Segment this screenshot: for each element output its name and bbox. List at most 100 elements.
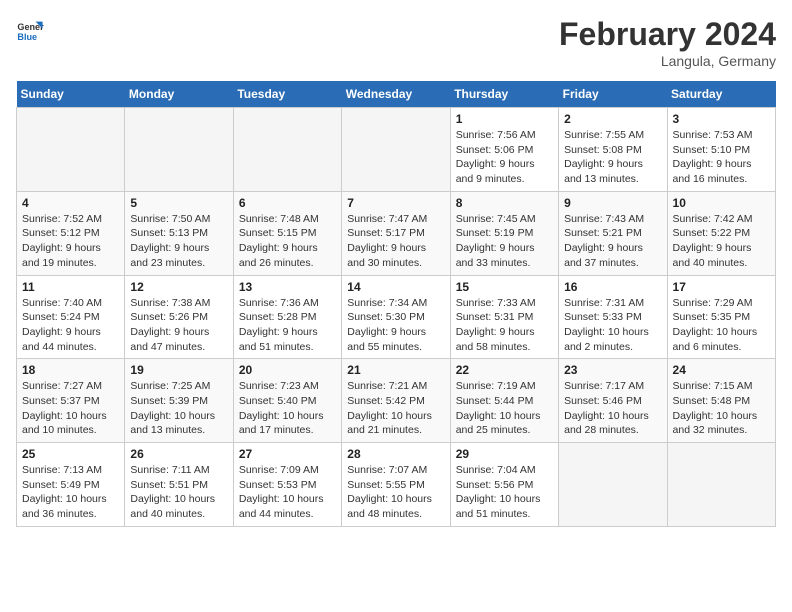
calendar-cell: 9 Sunrise: 7:43 AM Sunset: 5:21 PM Daylig…	[559, 191, 667, 275]
day-number: 14	[347, 280, 444, 294]
calendar-cell: 6Sunrise: 7:48 AM Sunset: 5:15 PM Daylig…	[233, 191, 341, 275]
calendar-cell: 7 Sunrise: 7:47 AM Sunset: 5:17 PM Daylig…	[342, 191, 450, 275]
day-info: Sunrise: 7:56 AM Sunset: 5:06 PM Dayligh…	[456, 128, 553, 187]
day-info: Sunrise: 7:40 AM Sunset: 5:24 PM Dayligh…	[22, 296, 119, 355]
calendar-cell: 14 Sunrise: 7:34 AM Sunset: 5:30 PM Dayli…	[342, 275, 450, 359]
calendar-cell: 29 Sunrise: 7:04 AM Sunset: 5:56 PM Dayli…	[450, 443, 558, 527]
day-info: Sunrise: 7:34 AM Sunset: 5:30 PM Dayligh…	[347, 296, 444, 355]
calendar-cell: 28 Sunrise: 7:07 AM Sunset: 5:55 PM Dayli…	[342, 443, 450, 527]
calendar-cell: 4 Sunrise: 7:52 AM Sunset: 5:12 PM Daylig…	[17, 191, 125, 275]
day-info: Sunrise: 7:33 AM Sunset: 5:31 PM Dayligh…	[456, 296, 553, 355]
day-number: 20	[239, 363, 336, 377]
day-number: 16	[564, 280, 661, 294]
day-number: 29	[456, 447, 553, 461]
day-info: Sunrise: 7:31 AM Sunset: 5:33 PM Dayligh…	[564, 296, 661, 355]
page-title: February 2024	[559, 16, 776, 53]
day-number: 5	[130, 196, 227, 210]
day-info: Sunrise: 7:17 AM Sunset: 5:46 PM Dayligh…	[564, 379, 661, 438]
col-header-thursday: Thursday	[450, 81, 558, 108]
day-info: Sunrise: 7:53 AM Sunset: 5:10 PM Dayligh…	[673, 128, 770, 187]
day-number: 4	[22, 196, 119, 210]
day-number: 8	[456, 196, 553, 210]
calendar-cell	[125, 108, 233, 192]
col-header-wednesday: Wednesday	[342, 81, 450, 108]
calendar-cell	[17, 108, 125, 192]
day-number: 11	[22, 280, 119, 294]
calendar-cell: 2 Sunrise: 7:55 AM Sunset: 5:08 PM Daylig…	[559, 108, 667, 192]
calendar-cell: 11 Sunrise: 7:40 AM Sunset: 5:24 PM Dayli…	[17, 275, 125, 359]
day-number: 12	[130, 280, 227, 294]
day-info: Sunrise: 7:45 AM Sunset: 5:19 PM Dayligh…	[456, 212, 553, 271]
day-info: Sunrise: 7:13 AM Sunset: 5:49 PM Dayligh…	[22, 463, 119, 522]
day-info: Sunrise: 7:27 AM Sunset: 5:37 PM Dayligh…	[22, 379, 119, 438]
calendar-cell: 16 Sunrise: 7:31 AM Sunset: 5:33 PM Dayli…	[559, 275, 667, 359]
day-info: Sunrise: 7:19 AM Sunset: 5:44 PM Dayligh…	[456, 379, 553, 438]
day-number: 1	[456, 112, 553, 126]
day-info: Sunrise: 7:55 AM Sunset: 5:08 PM Dayligh…	[564, 128, 661, 187]
calendar-cell: 17 Sunrise: 7:29 AM Sunset: 5:35 PM Dayli…	[667, 275, 775, 359]
calendar-week-2: 4 Sunrise: 7:52 AM Sunset: 5:12 PM Daylig…	[17, 191, 776, 275]
calendar-cell: 5 Sunrise: 7:50 AM Sunset: 5:13 PM Daylig…	[125, 191, 233, 275]
calendar-cell: 18Sunrise: 7:27 AM Sunset: 5:37 PM Dayli…	[17, 359, 125, 443]
calendar-cell: 12 Sunrise: 7:38 AM Sunset: 5:26 PM Dayli…	[125, 275, 233, 359]
calendar-cell: 21 Sunrise: 7:21 AM Sunset: 5:42 PM Dayli…	[342, 359, 450, 443]
calendar-cell: 1 Sunrise: 7:56 AM Sunset: 5:06 PM Daylig…	[450, 108, 558, 192]
day-number: 15	[456, 280, 553, 294]
day-info: Sunrise: 7:50 AM Sunset: 5:13 PM Dayligh…	[130, 212, 227, 271]
title-block: February 2024 Langula, Germany	[559, 16, 776, 69]
day-info: Sunrise: 7:25 AM Sunset: 5:39 PM Dayligh…	[130, 379, 227, 438]
day-number: 17	[673, 280, 770, 294]
day-number: 10	[673, 196, 770, 210]
col-header-saturday: Saturday	[667, 81, 775, 108]
day-info: Sunrise: 7:47 AM Sunset: 5:17 PM Dayligh…	[347, 212, 444, 271]
day-info: Sunrise: 7:36 AM Sunset: 5:28 PM Dayligh…	[239, 296, 336, 355]
calendar-cell	[233, 108, 341, 192]
calendar-cell: 26 Sunrise: 7:11 AM Sunset: 5:51 PM Dayli…	[125, 443, 233, 527]
calendar-week-3: 11 Sunrise: 7:40 AM Sunset: 5:24 PM Dayli…	[17, 275, 776, 359]
calendar-header-row: SundayMondayTuesdayWednesdayThursdayFrid…	[17, 81, 776, 108]
calendar-cell: 8 Sunrise: 7:45 AM Sunset: 5:19 PM Daylig…	[450, 191, 558, 275]
calendar-cell: 19 Sunrise: 7:25 AM Sunset: 5:39 PM Dayli…	[125, 359, 233, 443]
day-info: Sunrise: 7:48 AM Sunset: 5:15 PM Dayligh…	[239, 212, 336, 271]
calendar-week-5: 25 Sunrise: 7:13 AM Sunset: 5:49 PM Dayli…	[17, 443, 776, 527]
day-info: Sunrise: 7:43 AM Sunset: 5:21 PM Dayligh…	[564, 212, 661, 271]
calendar-week-1: 1 Sunrise: 7:56 AM Sunset: 5:06 PM Daylig…	[17, 108, 776, 192]
day-info: Sunrise: 7:04 AM Sunset: 5:56 PM Dayligh…	[456, 463, 553, 522]
day-number: 22	[456, 363, 553, 377]
day-number: 25	[22, 447, 119, 461]
logo: General Blue	[16, 16, 44, 44]
day-info: Sunrise: 7:09 AM Sunset: 5:53 PM Dayligh…	[239, 463, 336, 522]
day-info: Sunrise: 7:15 AM Sunset: 5:48 PM Dayligh…	[673, 379, 770, 438]
page-header: General Blue February 2024 Langula, Germ…	[16, 16, 776, 69]
calendar-cell: 22 Sunrise: 7:19 AM Sunset: 5:44 PM Dayli…	[450, 359, 558, 443]
col-header-friday: Friday	[559, 81, 667, 108]
col-header-tuesday: Tuesday	[233, 81, 341, 108]
day-info: Sunrise: 7:29 AM Sunset: 5:35 PM Dayligh…	[673, 296, 770, 355]
col-header-monday: Monday	[125, 81, 233, 108]
calendar-table: SundayMondayTuesdayWednesdayThursdayFrid…	[16, 81, 776, 527]
page-subtitle: Langula, Germany	[559, 53, 776, 69]
day-number: 2	[564, 112, 661, 126]
day-info: Sunrise: 7:07 AM Sunset: 5:55 PM Dayligh…	[347, 463, 444, 522]
calendar-cell: 15 Sunrise: 7:33 AM Sunset: 5:31 PM Dayli…	[450, 275, 558, 359]
day-number: 21	[347, 363, 444, 377]
day-number: 7	[347, 196, 444, 210]
calendar-cell: 23 Sunrise: 7:17 AM Sunset: 5:46 PM Dayli…	[559, 359, 667, 443]
calendar-cell	[342, 108, 450, 192]
day-number: 19	[130, 363, 227, 377]
day-info: Sunrise: 7:23 AM Sunset: 5:40 PM Dayligh…	[239, 379, 336, 438]
calendar-cell: 24Sunrise: 7:15 AM Sunset: 5:48 PM Dayli…	[667, 359, 775, 443]
day-info: Sunrise: 7:42 AM Sunset: 5:22 PM Dayligh…	[673, 212, 770, 271]
day-info: Sunrise: 7:21 AM Sunset: 5:42 PM Dayligh…	[347, 379, 444, 438]
day-number: 9	[564, 196, 661, 210]
day-info: Sunrise: 7:52 AM Sunset: 5:12 PM Dayligh…	[22, 212, 119, 271]
calendar-cell: 20 Sunrise: 7:23 AM Sunset: 5:40 PM Dayli…	[233, 359, 341, 443]
day-number: 23	[564, 363, 661, 377]
col-header-sunday: Sunday	[17, 81, 125, 108]
day-info: Sunrise: 7:11 AM Sunset: 5:51 PM Dayligh…	[130, 463, 227, 522]
day-number: 26	[130, 447, 227, 461]
day-info: Sunrise: 7:38 AM Sunset: 5:26 PM Dayligh…	[130, 296, 227, 355]
day-number: 28	[347, 447, 444, 461]
calendar-cell	[667, 443, 775, 527]
calendar-cell: 25 Sunrise: 7:13 AM Sunset: 5:49 PM Dayli…	[17, 443, 125, 527]
